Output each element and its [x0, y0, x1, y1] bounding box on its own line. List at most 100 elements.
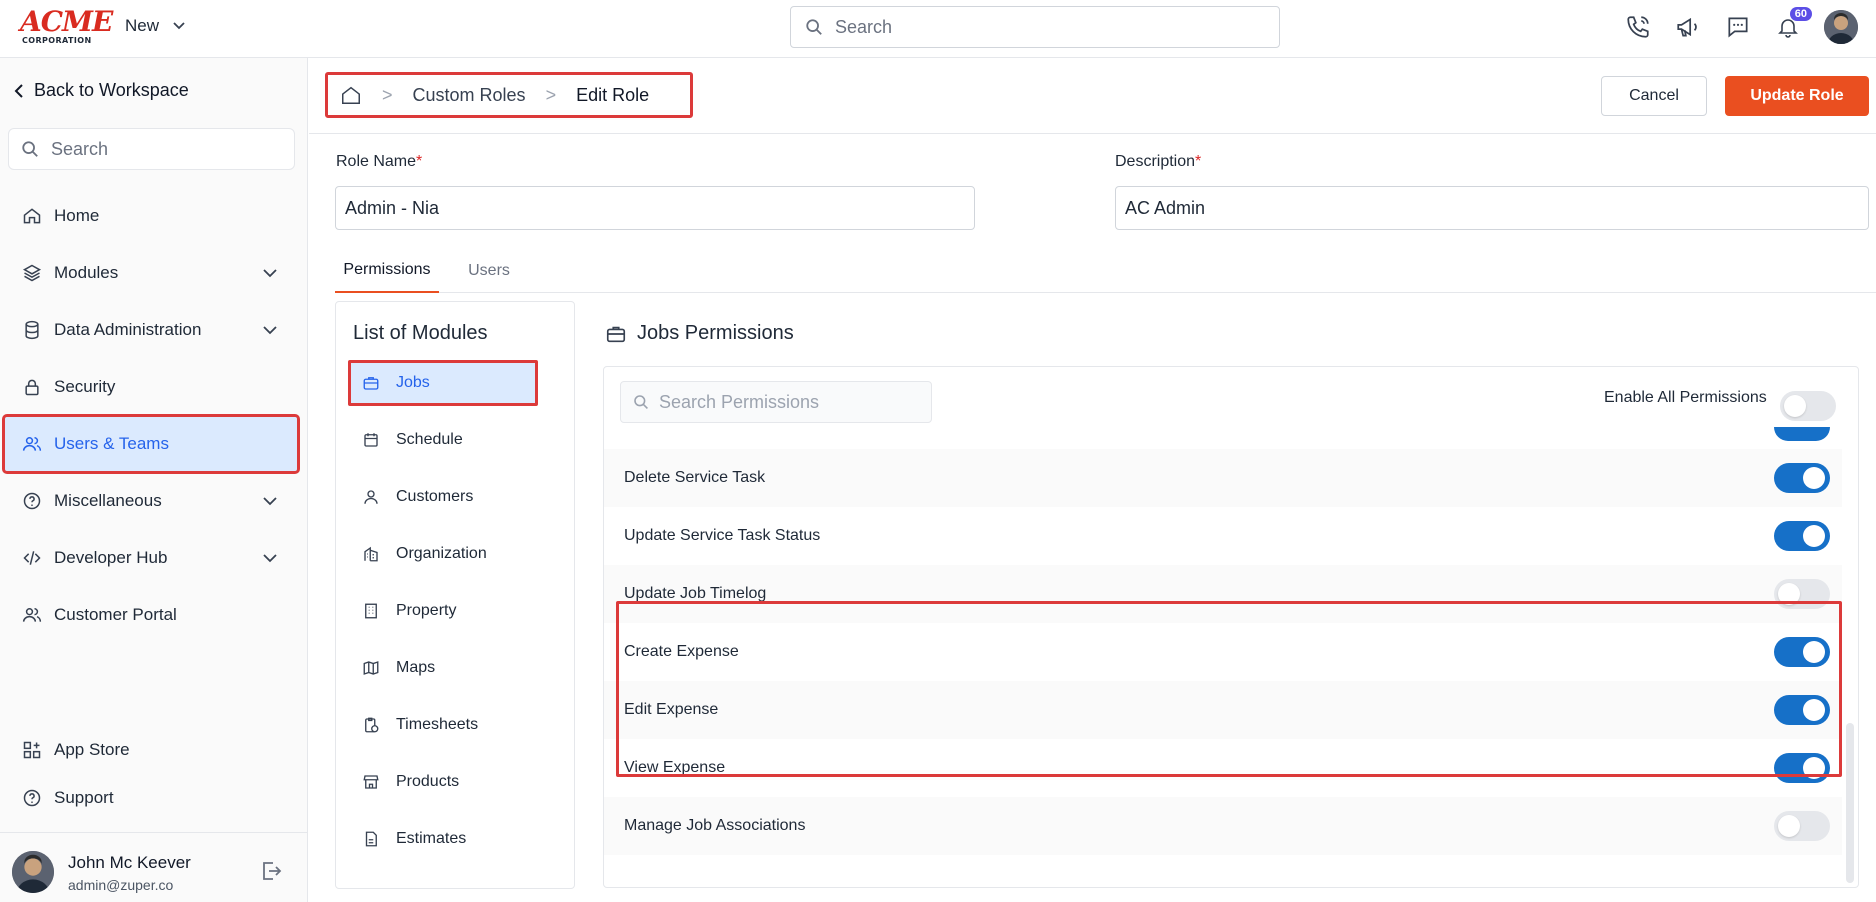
global-search[interactable]: [790, 6, 1280, 48]
tab-bar: Permissions Users: [335, 248, 1876, 293]
permission-toggle[interactable]: [1774, 811, 1830, 841]
tab-permissions[interactable]: Permissions: [335, 248, 439, 293]
megaphone-icon[interactable]: [1674, 13, 1702, 41]
sidebar-item-developer-hub[interactable]: Developer Hub: [8, 536, 295, 580]
sidebar-item-security[interactable]: Security: [8, 365, 295, 409]
home-icon[interactable]: [340, 84, 362, 106]
module-item-estimates[interactable]: Estimates: [348, 816, 538, 862]
chat-icon[interactable]: [1724, 13, 1752, 41]
permission-row-partial: [604, 429, 1842, 449]
permission-toggle[interactable]: [1774, 753, 1830, 783]
permission-row: Update Job Timelog: [604, 565, 1842, 623]
breadcrumb-custom-roles[interactable]: Custom Roles: [413, 85, 526, 106]
modules-title: List of Modules: [353, 322, 488, 344]
search-icon: [634, 395, 648, 409]
module-item-timesheets[interactable]: Timesheets: [348, 702, 538, 748]
module-item-customers[interactable]: Customers: [348, 474, 538, 520]
toggle-knob: [1803, 641, 1825, 663]
breadcrumb-edit-role: Edit Role: [576, 84, 650, 105]
logout-icon[interactable]: [259, 859, 283, 888]
users-icon: [22, 608, 42, 622]
sidebar-search[interactable]: [8, 128, 295, 170]
module-item-organization[interactable]: Organization: [348, 531, 538, 577]
user-avatar[interactable]: [12, 851, 54, 893]
module-item-label: Organization: [396, 545, 487, 562]
map-icon: [363, 661, 379, 675]
update-role-button[interactable]: Update Role: [1725, 76, 1869, 116]
permission-label: Edit Expense: [624, 701, 719, 718]
breadcrumb-separator: >: [545, 84, 557, 105]
notification-badge: 60: [1789, 7, 1812, 21]
layers-icon: [22, 264, 42, 282]
sidebar-search-input[interactable]: [51, 138, 281, 160]
home-icon: [23, 208, 41, 224]
modules-scrollbar[interactable]: [574, 362, 575, 642]
permission-row: Update Service Task Status: [604, 507, 1842, 565]
tab-users[interactable]: Users: [459, 248, 519, 293]
permission-toggle[interactable]: [1774, 579, 1830, 609]
module-item-products[interactable]: Products: [348, 759, 538, 805]
sidebar-item-miscellaneous[interactable]: Miscellaneous: [8, 479, 295, 523]
sidebar: Back to Workspace Home Modules Data Admi…: [0, 58, 308, 902]
building-icon: [364, 546, 378, 562]
breadcrumb-separator: >: [382, 84, 393, 105]
bell-icon[interactable]: 60: [1774, 7, 1812, 41]
description-label-text: Description: [1115, 153, 1196, 170]
module-item-maps[interactable]: Maps: [348, 645, 538, 691]
permission-label: Delete Service Task: [624, 469, 766, 486]
permission-toggle[interactable]: [1774, 463, 1830, 493]
main-content: > Custom Roles > Edit Role Cancel Update…: [309, 58, 1876, 902]
permission-label: Create Expense: [624, 643, 739, 660]
permissions-title-text: Jobs Permissions: [637, 322, 794, 344]
new-dropdown-button[interactable]: New: [125, 16, 185, 36]
top-bar: ACME CORPORATION New 60: [0, 0, 1876, 58]
module-item-label: Estimates: [396, 830, 467, 847]
module-item-label: Maps: [396, 659, 436, 676]
permission-row: View Expense: [604, 739, 1842, 797]
permission-label: View Expense: [624, 759, 726, 776]
sidebar-item-label: Security: [54, 377, 116, 396]
top-icon-group: 60: [1624, 7, 1858, 44]
profile-avatar[interactable]: [1824, 10, 1858, 44]
module-item-jobs[interactable]: Jobs: [348, 360, 538, 406]
permission-toggle[interactable]: [1774, 695, 1830, 725]
current-user: John Mc Keever admin@zuper.co: [0, 832, 307, 902]
briefcase-icon: [606, 326, 626, 342]
code-icon: [23, 551, 41, 565]
permission-toggle[interactable]: [1774, 637, 1830, 667]
sidebar-item-data-administration[interactable]: Data Administration: [8, 308, 295, 352]
modules-panel: List of Modules Jobs Schedule Customers …: [335, 301, 575, 889]
role-name-input[interactable]: [335, 186, 975, 230]
sidebar-item-home[interactable]: Home: [8, 194, 295, 238]
sidebar-item-customer-portal[interactable]: Customer Portal: [8, 593, 295, 637]
enable-all-toggle[interactable]: [1780, 391, 1836, 421]
permission-row: Create Expense: [604, 623, 1842, 681]
permission-search[interactable]: [620, 381, 932, 423]
description-label: Description*: [1115, 153, 1201, 171]
permission-search-input[interactable]: [659, 391, 919, 413]
permissions-scrollbar[interactable]: [1846, 723, 1854, 883]
sidebar-item-modules[interactable]: Modules: [8, 251, 295, 295]
lock-icon: [25, 379, 39, 396]
sidebar-item-label: Modules: [54, 263, 119, 282]
enable-all-label: Enable All Permissions: [1604, 389, 1767, 406]
permission-label: Manage Job Associations: [624, 817, 806, 834]
back-to-workspace-link[interactable]: Back to Workspace: [14, 80, 189, 101]
sidebar-item-label: Miscellaneous: [54, 491, 162, 510]
permission-toggle[interactable]: [1774, 521, 1830, 551]
help-icon: [23, 789, 41, 807]
sidebar-item-app-store[interactable]: App Store: [8, 728, 295, 772]
global-search-input[interactable]: [835, 16, 1255, 38]
module-item-property[interactable]: Property: [348, 588, 538, 634]
cancel-button[interactable]: Cancel: [1601, 76, 1707, 116]
module-item-schedule[interactable]: Schedule: [348, 417, 538, 463]
search-icon: [22, 141, 38, 157]
permission-toggle-partial[interactable]: [1774, 427, 1830, 441]
phone-icon[interactable]: [1624, 13, 1652, 41]
permission-label: Update Service Task Status: [624, 527, 821, 544]
sidebar-item-users-teams[interactable]: Users & Teams: [2, 414, 300, 474]
sidebar-item-support[interactable]: Support: [8, 776, 295, 820]
description-input[interactable]: [1115, 186, 1869, 230]
acme-logo[interactable]: ACME CORPORATION: [20, 8, 113, 46]
calendar-icon: [364, 433, 378, 447]
